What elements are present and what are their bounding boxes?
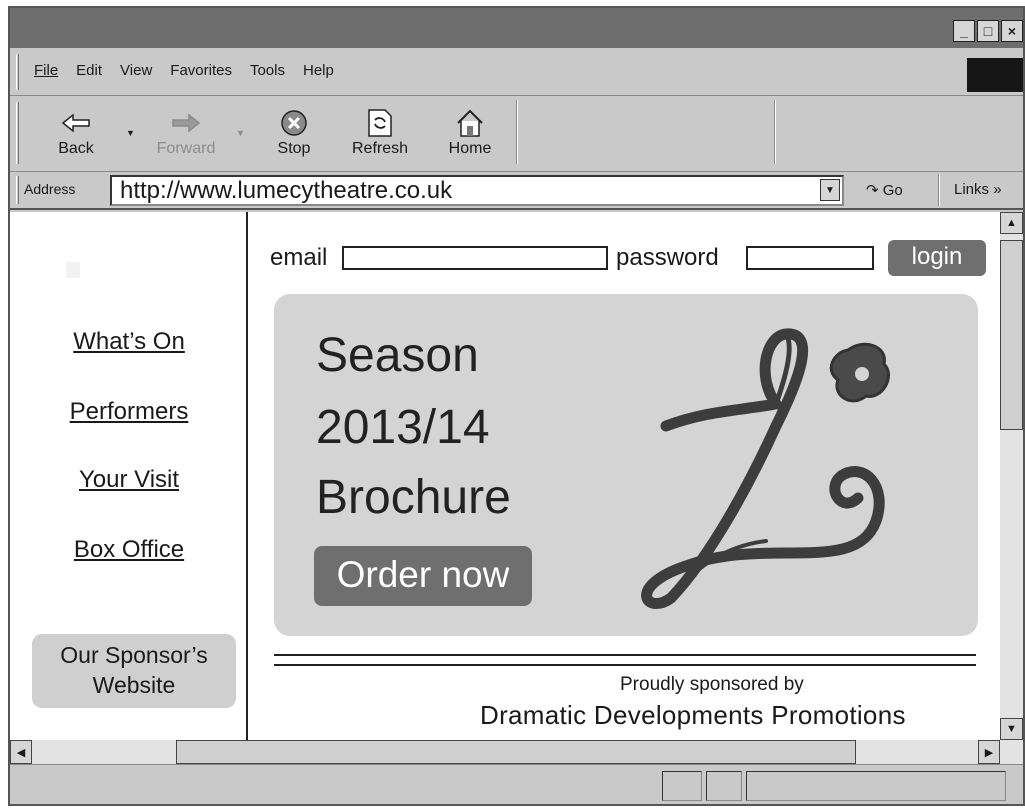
go-label: Go <box>882 182 903 199</box>
logo-placeholder <box>66 262 80 278</box>
banner-line-season: Season <box>316 329 479 382</box>
links-button[interactable]: Links » <box>954 181 1002 198</box>
order-now-button[interactable]: Order now <box>314 546 532 606</box>
password-label: password <box>616 244 719 271</box>
horizontal-scroll-thumb[interactable] <box>176 740 856 764</box>
vertical-scrollbar[interactable]: ▲ ▼ <box>1000 212 1023 740</box>
nav-box-office[interactable]: Box Office <box>10 536 248 564</box>
toolbar-separator <box>774 100 776 164</box>
banner-line-brochure: Brochure <box>316 471 511 524</box>
status-bar <box>10 764 1023 804</box>
divider-line <box>274 664 976 666</box>
menu-items: File Edit View Favorites Tools Help <box>34 62 352 79</box>
links-label: Links <box>954 181 990 198</box>
back-button[interactable]: Back <box>50 106 102 158</box>
menu-tools[interactable]: Tools <box>250 62 285 79</box>
toolbar-separator <box>516 100 518 164</box>
refresh-button[interactable]: Refresh <box>344 106 416 158</box>
horizontal-scrollbar[interactable]: ◀ ▶ <box>10 740 1023 764</box>
stop-icon <box>268 106 320 140</box>
address-grip <box>16 176 19 204</box>
sponsor-website-button[interactable]: Our Sponsor’s Website <box>32 634 236 708</box>
title-bar: _ □ × <box>10 8 1023 48</box>
toolbar: Back ▼ Forward ▼ Stop Refresh Home <box>10 96 1023 172</box>
status-cell <box>662 771 702 801</box>
home-button[interactable]: Home <box>442 106 498 158</box>
back-dropdown-icon[interactable]: ▼ <box>126 128 135 138</box>
maximize-button[interactable]: □ <box>977 20 999 42</box>
menu-view[interactable]: View <box>120 62 152 79</box>
banner-line-year: 2013/14 <box>316 401 490 454</box>
address-separator <box>938 174 940 206</box>
page-viewport: What’s On Performers Your Visit Box Offi… <box>10 212 1000 740</box>
email-label: email <box>270 244 328 271</box>
address-dropdown-icon[interactable]: ▼ <box>820 179 840 201</box>
refresh-label: Refresh <box>351 140 409 157</box>
status-zone <box>746 771 1006 801</box>
scroll-up-icon[interactable]: ▲ <box>1000 212 1023 234</box>
window-controls: _ □ × <box>953 20 1023 42</box>
menu-bar: File Edit View Favorites Tools Help <box>10 48 1023 96</box>
theatre-logo-icon <box>641 328 890 609</box>
home-icon <box>442 106 498 140</box>
forward-arrow-icon <box>150 106 222 140</box>
address-label: Address <box>24 181 76 197</box>
back-arrow-icon <box>50 106 102 140</box>
forward-button[interactable]: Forward <box>150 106 222 158</box>
scroll-down-icon[interactable]: ▼ <box>1000 718 1023 740</box>
address-input[interactable]: http://www.lumecytheatre.co.uk <box>110 175 844 206</box>
nav-your-visit[interactable]: Your Visit <box>10 466 248 494</box>
status-cell <box>706 771 742 801</box>
home-label: Home <box>448 140 492 157</box>
scroll-right-icon[interactable]: ▶ <box>978 740 1000 764</box>
minimize-button[interactable]: _ <box>953 20 975 42</box>
season-banner[interactable]: Season 2013/14 Brochure Order now <box>274 294 978 636</box>
email-field[interactable] <box>342 246 608 270</box>
page-sidebar: What’s On Performers Your Visit Box Offi… <box>10 212 248 740</box>
forward-label: Forward <box>156 140 216 157</box>
chevron-right-icon: » <box>993 181 1002 198</box>
forward-dropdown-icon[interactable]: ▼ <box>236 128 245 138</box>
nav-whats-on[interactable]: What’s On <box>10 328 248 356</box>
back-label: Back <box>58 140 94 157</box>
close-button[interactable]: × <box>1001 20 1023 42</box>
address-bar: Address http://www.lumecytheatre.co.uk ▼… <box>10 172 1023 210</box>
sponsor-name: Dramatic Developments Promotions <box>480 700 906 730</box>
sponsored-by-text: Proudly sponsored by <box>620 674 804 695</box>
menu-help[interactable]: Help <box>303 62 334 79</box>
login-button[interactable]: login <box>888 240 986 276</box>
toolbar-grip <box>16 102 19 164</box>
menu-favorites[interactable]: Favorites <box>170 62 232 79</box>
menu-edit[interactable]: Edit <box>76 62 102 79</box>
refresh-icon <box>344 106 416 140</box>
nav-performers[interactable]: Performers <box>10 398 248 426</box>
password-field[interactable] <box>746 246 874 270</box>
menu-file[interactable]: File <box>34 62 58 79</box>
go-button[interactable]: ↷ Go <box>866 181 903 199</box>
browser-logo <box>967 58 1023 92</box>
browser-window: _ □ × File Edit View Favorites Tools Hel… <box>8 6 1025 806</box>
stop-label: Stop <box>277 140 311 157</box>
stop-button[interactable]: Stop <box>268 106 320 158</box>
vertical-scroll-thumb[interactable] <box>1000 240 1023 430</box>
menu-grip <box>16 54 19 90</box>
scroll-left-icon[interactable]: ◀ <box>10 740 32 764</box>
go-arrow-icon: ↷ <box>866 182 879 199</box>
divider-line <box>274 654 976 656</box>
